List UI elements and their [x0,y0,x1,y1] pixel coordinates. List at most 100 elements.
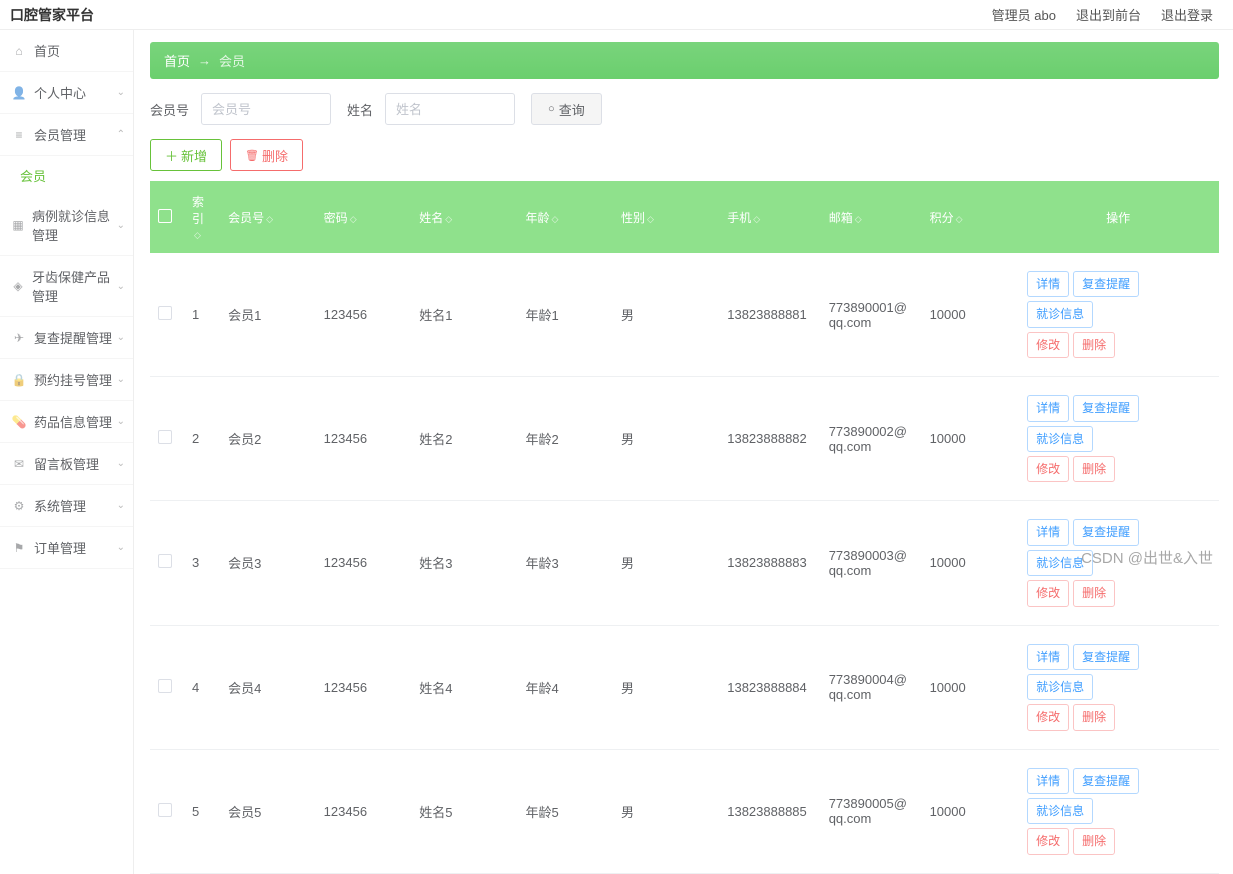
sidebar-item[interactable]: 👤个人中心⌄ [0,72,133,114]
sort-icon: ◇ [753,214,760,224]
select-all-checkbox[interactable] [158,209,172,223]
row-del-btn[interactable]: 删除 [1073,456,1115,482]
row-checkbox[interactable] [158,306,172,320]
detail-btn[interactable]: 详情 [1027,271,1069,297]
filter-bar: 会员号 姓名 ○ 查询 [150,93,1219,125]
edit-btn[interactable]: 修改 [1027,828,1069,854]
th-phone[interactable]: 手机 [727,211,751,225]
delete-button[interactable]: 🗑 删除 [230,139,303,171]
sidebar-item[interactable]: 💊药品信息管理⌄ [0,401,133,443]
query-label: 查询 [559,100,585,119]
detail-btn[interactable]: 详情 [1027,395,1069,421]
chevron-icon: ⌄ [117,87,125,98]
sidebar-item[interactable]: ≡会员管理⌃ [0,114,133,156]
pill-icon: 💊 [12,415,26,429]
sidebar-item[interactable]: ⚑订单管理⌄ [0,527,133,569]
th-memid[interactable]: 会员号 [228,211,264,225]
table-row: 2会员2123456姓名2年龄2男13823888882773890002@qq… [150,377,1219,501]
sidebar-item-label: 留言板管理 [34,454,99,473]
sidebar-item[interactable]: ◈牙齿保健产品管理⌄ [0,256,133,317]
add-button[interactable]: ＋ 新增 [150,139,222,171]
name-label: 姓名 [347,100,373,119]
table-header: 索引◇ 会员号◇ 密码◇ 姓名◇ 年龄◇ 性别◇ 手机◇ 邮箱◇ 积分◇ 操作 [150,181,1219,253]
row-del-btn[interactable]: 删除 [1073,332,1115,358]
cell-age: 年龄3 [517,501,613,625]
cell-sex: 男 [613,253,719,377]
row-del-btn[interactable]: 删除 [1073,828,1115,854]
detail-btn[interactable]: 详情 [1027,644,1069,670]
breadcrumb: 首页 → 会员 [150,42,1219,79]
visit-btn[interactable]: 就诊信息 [1027,426,1093,452]
row-checkbox[interactable] [158,554,172,568]
cell-memid: 会员1 [220,253,316,377]
sidebar-item[interactable]: ⚙系统管理⌄ [0,485,133,527]
sidebar-item-label: 系统管理 [34,496,86,515]
edit-btn[interactable]: 修改 [1027,580,1069,606]
sort-icon: ◇ [194,230,201,240]
visit-btn[interactable]: 就诊信息 [1027,301,1093,327]
sidebar-item[interactable]: 🔒预约挂号管理⌄ [0,359,133,401]
th-points[interactable]: 积分 [930,211,954,225]
to-frontend-link[interactable]: 退出到前台 [1076,5,1141,24]
chevron-icon: ⌄ [117,332,125,343]
cell-points: 10000 [922,501,1018,625]
query-button[interactable]: ○ 查询 [531,93,602,125]
chevron-icon: ⌄ [117,281,125,292]
name-input[interactable] [385,93,515,125]
cell-sex: 男 [613,625,719,749]
row-checkbox[interactable] [158,679,172,693]
visit-btn[interactable]: 就诊信息 [1027,550,1093,576]
sidebar-item-label: 预约挂号管理 [34,370,112,389]
remind-btn[interactable]: 复查提醒 [1073,519,1139,545]
logout-link[interactable]: 退出登录 [1161,5,1213,24]
sidebar-item[interactable]: ✈复查提醒管理⌄ [0,317,133,359]
cube-icon: ◈ [12,279,24,293]
breadcrumb-home[interactable]: 首页 [164,51,190,70]
row-checkbox[interactable] [158,430,172,444]
cell-age: 年龄2 [517,377,613,501]
cell-points: 10000 [922,749,1018,873]
cell-points: 10000 [922,377,1018,501]
msg-icon: ✉ [12,457,26,471]
row-del-btn[interactable]: 删除 [1073,704,1115,730]
th-name[interactable]: 姓名 [419,211,443,225]
cell-sex: 男 [613,749,719,873]
remind-btn[interactable]: 复查提醒 [1073,271,1139,297]
row-del-btn[interactable]: 删除 [1073,580,1115,606]
action-bar: ＋ 新增 🗑 删除 [150,139,1219,171]
memid-input[interactable] [201,93,331,125]
edit-btn[interactable]: 修改 [1027,704,1069,730]
th-pw[interactable]: 密码 [324,211,348,225]
cell-name: 姓名1 [411,253,517,377]
detail-btn[interactable]: 详情 [1027,519,1069,545]
search-icon: ○ [548,103,555,115]
remind-btn[interactable]: 复查提醒 [1073,768,1139,794]
sidebar-item[interactable]: ✉留言板管理⌄ [0,443,133,485]
content-area: 首页 → 会员 会员号 姓名 ○ 查询 ＋ 新增 🗑 删除 [134,30,1233,874]
th-age[interactable]: 年龄 [525,211,549,225]
remind-btn[interactable]: 复查提醒 [1073,644,1139,670]
breadcrumb-arrow-icon: → [198,53,211,68]
cell-email: 773890001@qq.com [821,253,922,377]
th-sex[interactable]: 性别 [621,211,645,225]
th-email[interactable]: 邮箱 [829,211,853,225]
plus-icon: ＋ [165,146,178,165]
sidebar-subitem[interactable]: 会员 [0,156,133,195]
sidebar-item[interactable]: ▦病例就诊信息管理⌄ [0,195,133,256]
table-row: 1会员1123456姓名1年龄1男13823888881773890001@qq… [150,253,1219,377]
sidebar-item[interactable]: ⌂首页 [0,30,133,72]
sidebar-item-label: 复查提醒管理 [34,328,112,347]
sidebar-item-label: 个人中心 [34,83,86,102]
sidebar-item-label: 病例就诊信息管理 [32,206,121,244]
edit-btn[interactable]: 修改 [1027,332,1069,358]
chevron-icon: ⌄ [117,500,125,511]
th-index[interactable]: 索引 [192,195,204,226]
admin-label[interactable]: 管理员 abo [992,5,1056,24]
cell-points: 10000 [922,625,1018,749]
visit-btn[interactable]: 就诊信息 [1027,674,1093,700]
edit-btn[interactable]: 修改 [1027,456,1069,482]
visit-btn[interactable]: 就诊信息 [1027,798,1093,824]
remind-btn[interactable]: 复查提醒 [1073,395,1139,421]
row-checkbox[interactable] [158,803,172,817]
detail-btn[interactable]: 详情 [1027,768,1069,794]
